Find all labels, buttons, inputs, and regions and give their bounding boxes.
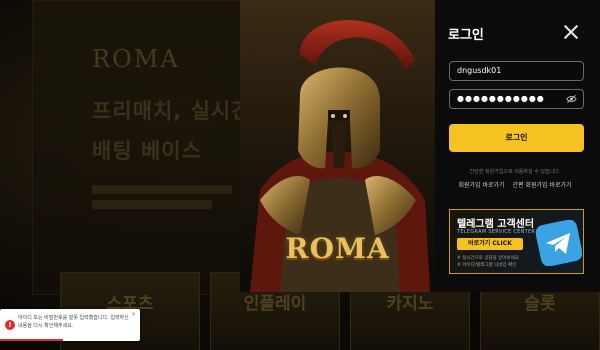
eye-off-icon[interactable] (566, 94, 577, 104)
toast-close-icon[interactable]: × (131, 311, 136, 318)
telegram-note-2: # 아이디/텔레그램 닉네임 확인 (457, 263, 517, 268)
telegram-subtitle: TELEGRAM SERVICE CENTER (457, 229, 536, 235)
toast-progress-bar (0, 339, 63, 341)
telegram-title: 텔레그램 고객센터 (457, 219, 535, 230)
login-modal: ROMA 로그인 dngusdk01 ●●●●●●●●●●● 로그인 간단한 회… (240, 0, 600, 292)
error-icon: ! (5, 320, 15, 330)
username-input[interactable]: dngusdk01 (449, 61, 584, 81)
login-button[interactable]: 로그인 (449, 124, 584, 152)
password-input[interactable]: ●●●●●●●●●●● (449, 89, 584, 109)
toast-message: 아이디 또는 비밀번호를 잘못 입력했습니다. 입력하신 내용을 다시 확인해주… (18, 315, 129, 329)
signup-notice: 간단한 회원가입으로 이용하실 수 있습니다. (469, 169, 561, 175)
telegram-click-button[interactable]: 바로가기 CLICK (457, 238, 523, 250)
password-value: ●●●●●●●●●●● (457, 94, 545, 103)
signup-link[interactable]: 회원가입 바로가기 (458, 182, 504, 189)
signup-links: 회원가입 바로가기 간편 회원가입 바로가기 (440, 180, 590, 189)
telegram-icon (536, 220, 582, 266)
modal-title: 로그인 (448, 28, 484, 43)
close-icon[interactable] (560, 22, 582, 44)
quick-signup-link[interactable]: 간편 회원가입 바로가기 (512, 182, 571, 189)
telegram-note-1: # 실시간으로 상담을 받아보세요 (457, 256, 519, 261)
roma-logo: ROMA (285, 232, 390, 265)
roma-hero-image: ROMA (240, 0, 435, 292)
error-toast: ! 아이디 또는 비밀번호를 잘못 입력했습니다. 입력하신 내용을 다시 확인… (0, 309, 140, 341)
telegram-support-banner[interactable]: 텔레그램 고객센터 TELEGRAM SERVICE CENTER 바로가기 C… (449, 209, 584, 274)
